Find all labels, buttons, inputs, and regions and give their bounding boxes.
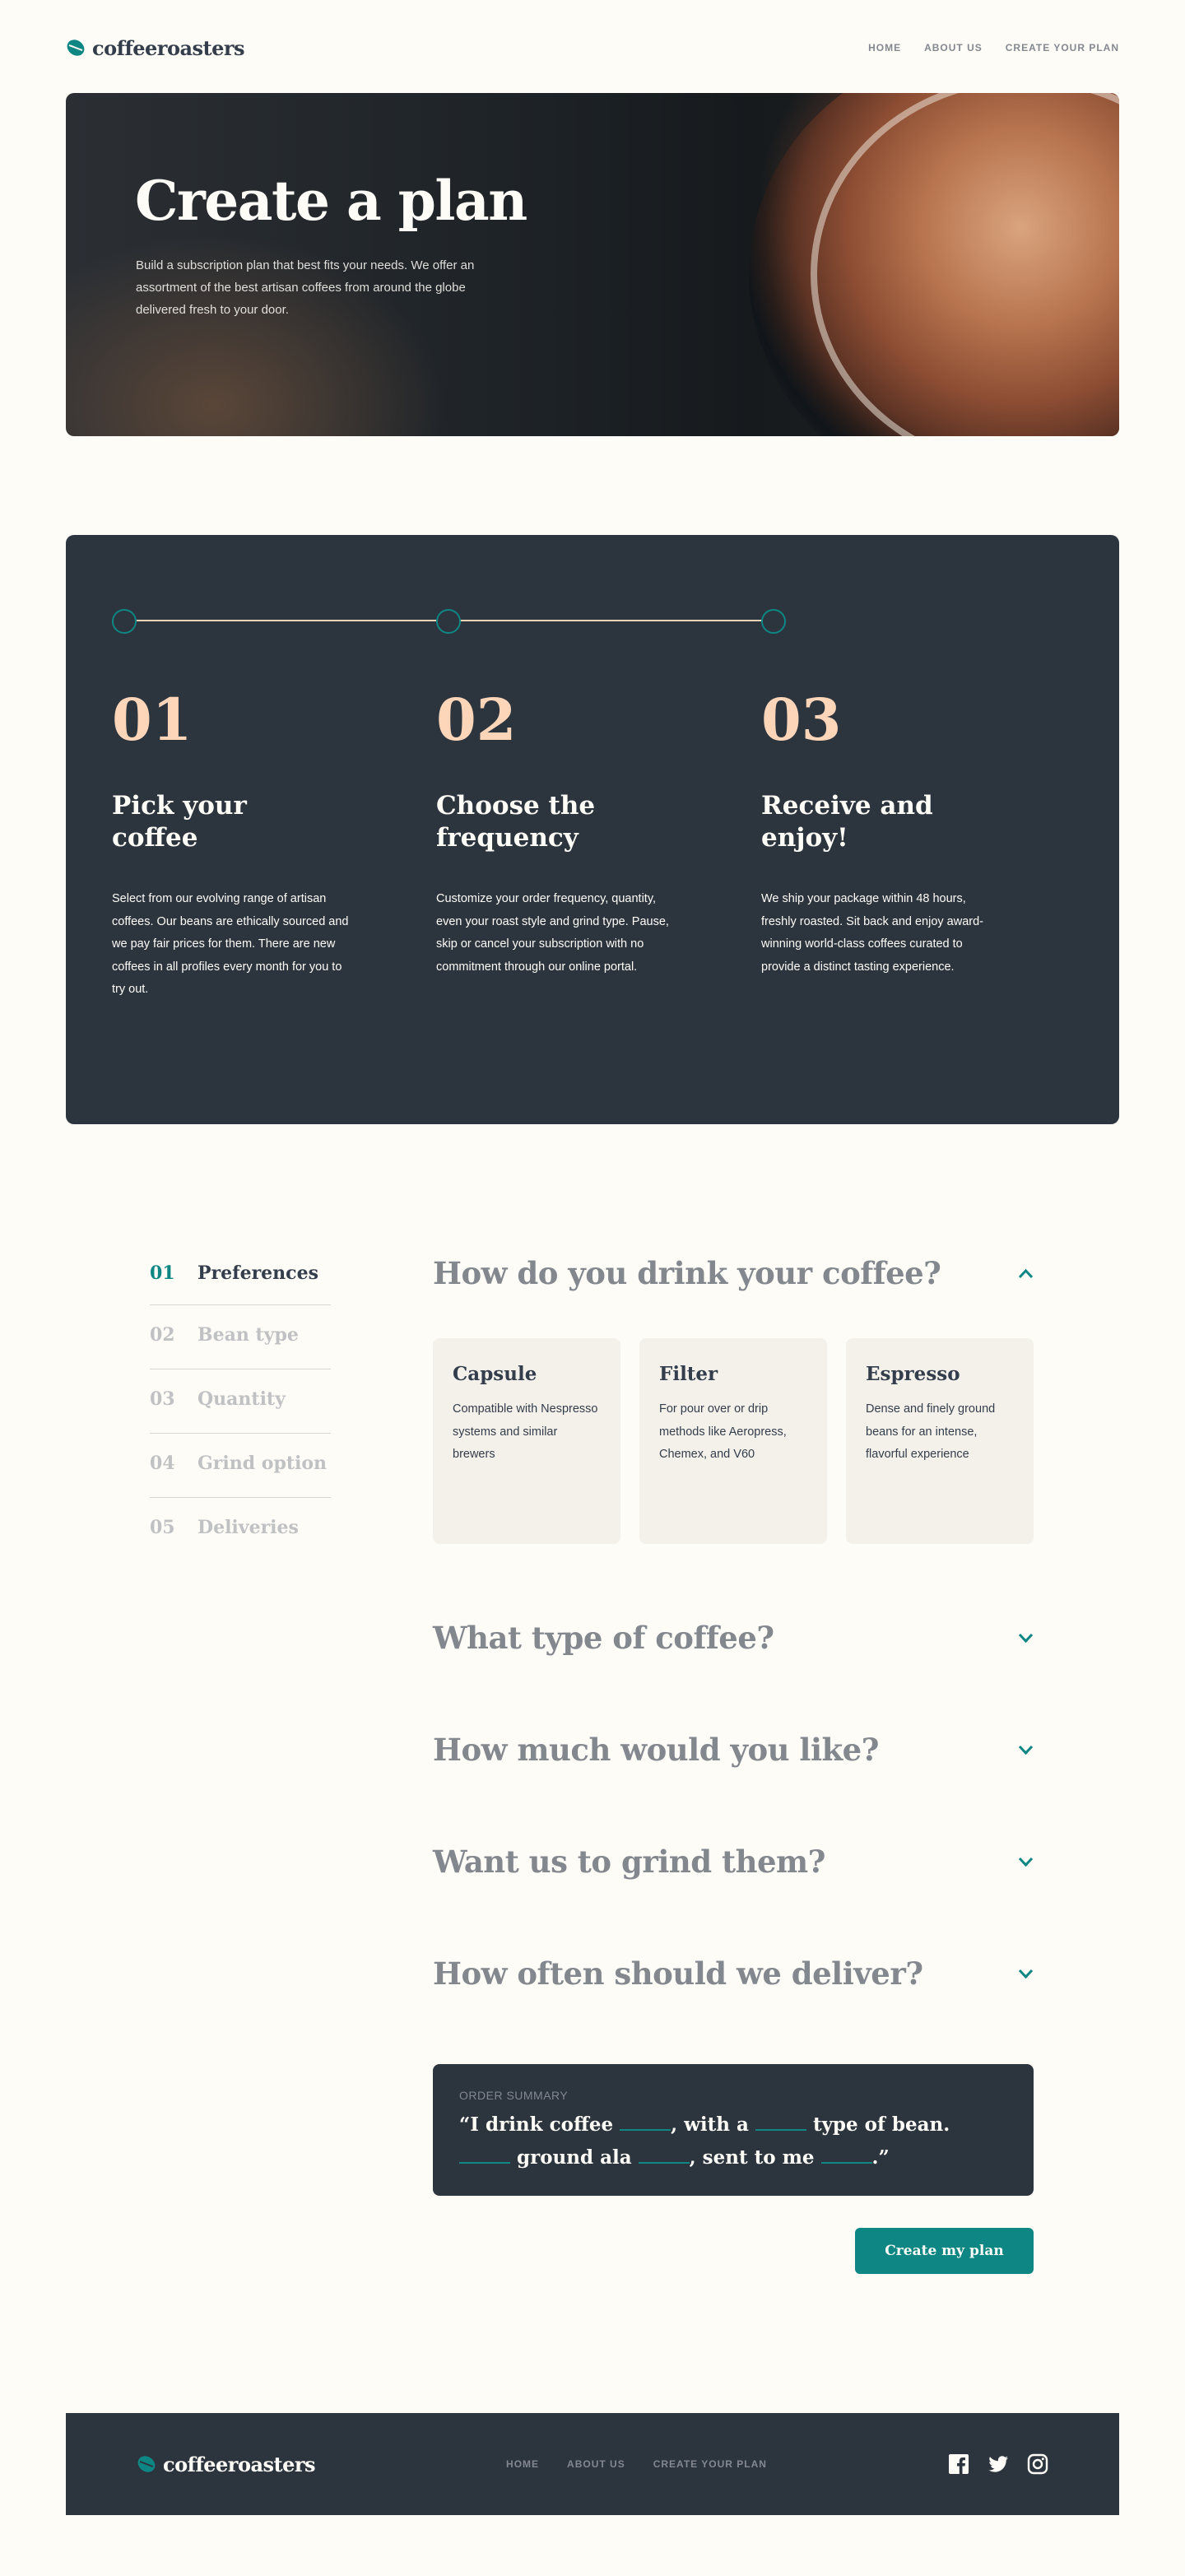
step-number: 01 <box>112 686 193 754</box>
summary-fragment: , with a <box>671 2113 755 2136</box>
site-header: coffeeroasters HOME ABOUT US CREATE YOUR… <box>66 33 1119 63</box>
sidebar-item-quantity[interactable]: 03 Quantity <box>150 1369 331 1434</box>
question-grind-header[interactable]: Want us to grind them? <box>433 1844 1034 1880</box>
option-title: Filter <box>659 1363 718 1385</box>
chevron-up-icon[interactable] <box>1018 1268 1034 1279</box>
question-delivery-header[interactable]: How often should we deliver? <box>433 1955 1034 1992</box>
summary-fragment: ground ala <box>510 2146 639 2169</box>
step-1: 01 Pick your coffee Select from our evol… <box>112 691 359 1002</box>
sidebar-item-label: Quantity <box>198 1388 286 1410</box>
option-espresso[interactable]: Espresso Dense and finely ground beans f… <box>846 1338 1034 1544</box>
question-title: Want us to grind them? <box>433 1844 825 1880</box>
option-filter[interactable]: Filter For pour over or drip methods lik… <box>639 1338 827 1544</box>
step-title: Receive and enjoy! <box>761 791 933 853</box>
question-coffee-type-header[interactable]: What type of coffee? <box>433 1620 1034 1656</box>
how-it-works: 01 Pick your coffee Select from our evol… <box>66 535 1119 1124</box>
footer-nav-create-plan[interactable]: CREATE YOUR PLAN <box>653 2458 767 2470</box>
step-text: We ship your package within 48 hours, fr… <box>761 892 983 974</box>
step-dot-2 <box>436 609 461 634</box>
order-summary-label: ORDER SUMMARY <box>459 2089 569 2102</box>
order-summary-text: “I drink coffee , with a type of bean. g… <box>459 2109 1007 2174</box>
main-nav: HOME ABOUT US CREATE YOUR PLAN <box>868 42 1119 53</box>
chevron-down-icon[interactable] <box>1018 1633 1034 1644</box>
sidebar-item-label: Deliveries <box>198 1517 299 1538</box>
footer-logo[interactable]: coffeeroasters <box>137 2452 316 2476</box>
option-text: For pour over or drip methods like Aerop… <box>659 1402 787 1461</box>
summary-blank-drink <box>620 2113 672 2131</box>
question-quantity-header[interactable]: How much would you like? <box>433 1732 1034 1768</box>
option-title: Capsule <box>453 1363 537 1385</box>
sidebar-item-deliveries[interactable]: 05 Deliveries <box>150 1498 331 1562</box>
sidebar-item-label: Bean type <box>198 1323 299 1346</box>
summary-blank-frequency <box>820 2146 872 2164</box>
logo[interactable]: coffeeroasters <box>66 35 245 60</box>
summary-blank-grind <box>638 2146 690 2164</box>
chevron-down-icon[interactable] <box>1018 1745 1034 1755</box>
sidebar-item-number: 05 <box>150 1517 175 1538</box>
sidebar-item-label: Grind option <box>198 1452 328 1474</box>
question-title: How often should we deliver? <box>433 1955 923 1992</box>
sidebar-item-number: 03 <box>150 1388 175 1410</box>
twitter-icon[interactable] <box>988 2453 1009 2475</box>
drink-options: Capsule Compatible with Nespresso system… <box>433 1338 1034 1544</box>
step-number: 03 <box>761 686 842 754</box>
step-text: Customize your order frequency, quantity… <box>436 892 669 974</box>
step-title: Choose the frequency <box>436 791 596 853</box>
step-3: 03 Receive and enjoy! We ship your packa… <box>761 691 1008 979</box>
logo-text: coffeeroasters <box>92 35 245 60</box>
sidebar-item-number: 04 <box>150 1452 175 1474</box>
chevron-down-icon[interactable] <box>1018 1969 1034 1979</box>
nav-create-plan[interactable]: CREATE YOUR PLAN <box>1006 42 1119 53</box>
footer-nav-about-us[interactable]: ABOUT US <box>567 2458 625 2470</box>
question-title: How do you drink your coffee? <box>433 1255 941 1291</box>
nav-about-us[interactable]: ABOUT US <box>924 42 983 53</box>
question-title: How much would you like? <box>433 1732 879 1768</box>
chevron-down-icon[interactable] <box>1018 1857 1034 1867</box>
question-title: What type of coffee? <box>433 1620 774 1656</box>
nav-home[interactable]: HOME <box>868 42 901 53</box>
hero-text: Build a subscription plan that best fits… <box>136 258 475 317</box>
site-footer: coffeeroasters HOME ABOUT US CREATE YOUR… <box>66 2413 1119 2515</box>
instagram-icon[interactable] <box>1027 2453 1048 2475</box>
step-dot-1 <box>112 609 137 634</box>
facebook-icon[interactable] <box>948 2453 969 2475</box>
plan-steps-sidebar: 01 Preferences 02 Bean type 03 Quantity … <box>150 1253 331 1562</box>
option-capsule[interactable]: Capsule Compatible with Nespresso system… <box>433 1338 620 1544</box>
sidebar-item-label: Preferences <box>198 1262 318 1284</box>
question-drink-header[interactable]: How do you drink your coffee? <box>433 1255 1034 1291</box>
footer-nav-home[interactable]: HOME <box>506 2458 539 2470</box>
logo-text: coffeeroasters <box>163 2452 316 2476</box>
order-summary: ORDER SUMMARY “I drink coffee , with a t… <box>433 2064 1034 2196</box>
footer-nav: HOME ABOUT US CREATE YOUR PLAN <box>506 2458 767 2470</box>
step-text: Select from our evolving range of artisa… <box>112 892 349 996</box>
step-2: 02 Choose the frequency Customize your o… <box>436 691 683 979</box>
sidebar-item-number: 02 <box>150 1323 175 1346</box>
option-text: Compatible with Nespresso systems and si… <box>453 1402 598 1461</box>
hero-banner: Create a plan Build a subscription plan … <box>66 93 1119 436</box>
social-links <box>948 2453 1048 2475</box>
sidebar-item-number: 01 <box>150 1262 175 1284</box>
step-number: 02 <box>436 686 517 754</box>
coffee-bean-icon <box>137 2456 156 2472</box>
summary-fragment: .” <box>871 2146 890 2169</box>
option-text: Dense and finely ground beans for an int… <box>866 1402 996 1461</box>
sidebar-item-bean-type[interactable]: 02 Bean type <box>150 1305 331 1369</box>
create-plan-button[interactable]: Create my plan <box>855 2228 1034 2274</box>
summary-fragment: type of bean. <box>806 2113 950 2136</box>
coffee-bean-icon <box>67 40 85 56</box>
step-dot-3 <box>761 609 786 634</box>
option-title: Espresso <box>866 1363 960 1385</box>
sidebar-item-grind-option[interactable]: 04 Grind option <box>150 1434 331 1498</box>
summary-blank-quantity <box>459 2146 510 2164</box>
summary-fragment: “I drink coffee <box>459 2113 620 2136</box>
sidebar-item-preferences[interactable]: 01 Preferences <box>150 1253 331 1305</box>
summary-blank-type <box>755 2113 806 2131</box>
hero-title: Create a plan <box>135 169 527 233</box>
step-title: Pick your coffee <box>112 791 247 853</box>
summary-fragment: , sent to me <box>689 2146 821 2169</box>
